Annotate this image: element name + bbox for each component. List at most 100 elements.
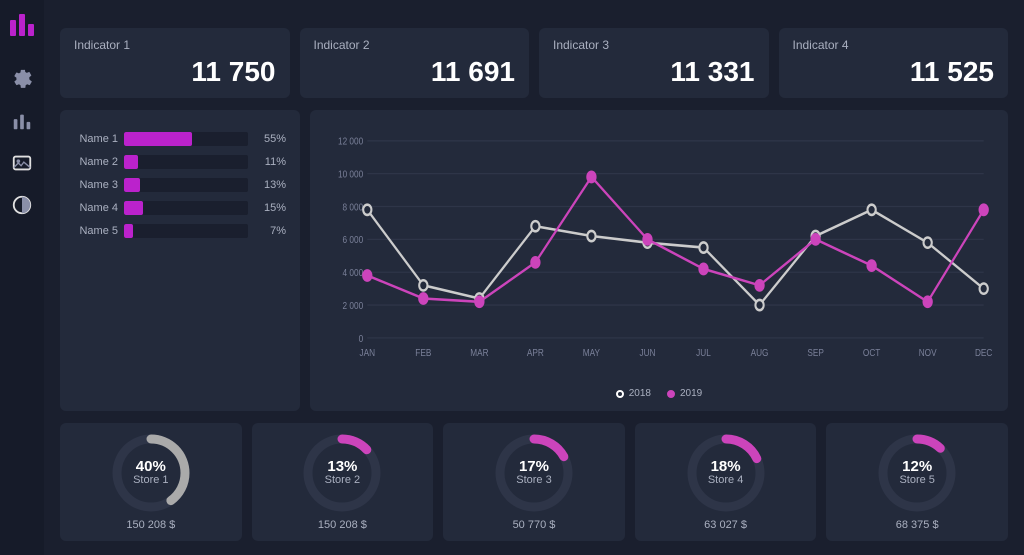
legend-dot-2018 <box>616 390 624 398</box>
logo-icon <box>8 10 36 38</box>
donut-wrapper-5: 12% Store 5 <box>877 433 957 513</box>
photo-icon[interactable] <box>11 152 33 174</box>
svg-text:12 000: 12 000 <box>338 136 363 147</box>
sidebar <box>0 0 44 555</box>
indicator-label-3: Indicator 3 <box>553 38 755 52</box>
bar-label-2: Name 2 <box>74 156 118 168</box>
donut-amount-2: 150 208 $ <box>318 519 367 531</box>
bar-item-4: Name 4 15% <box>74 201 286 215</box>
svg-text:0: 0 <box>359 333 364 344</box>
bar-fill-3 <box>124 178 140 192</box>
bar-track-4 <box>124 201 248 215</box>
svg-text:4 000: 4 000 <box>343 267 364 278</box>
bar-pct-3: 13% <box>254 179 286 191</box>
donut-amount-5: 68 375 $ <box>896 519 939 531</box>
donut-pct-2: 13% <box>325 459 360 474</box>
bar-pct-5: 7% <box>254 225 286 237</box>
svg-text:SEP: SEP <box>807 347 823 358</box>
donut-wrapper-4: 18% Store 4 <box>686 433 766 513</box>
donut-wrapper-2: 13% Store 2 <box>302 433 382 513</box>
middle-row: Name 1 55% Name 2 11% Name 3 13% Name 4 … <box>60 110 1008 411</box>
gear-icon[interactable] <box>11 68 33 90</box>
indicators-row: Indicator 1 11 750 Indicator 2 11 691 In… <box>60 28 1008 98</box>
indicator-label-2: Indicator 2 <box>314 38 516 52</box>
top5-panel: Name 1 55% Name 2 11% Name 3 13% Name 4 … <box>60 110 300 411</box>
store-card-5: 12% Store 5 68 375 $ <box>826 423 1008 541</box>
chart-panel: 02 0004 0006 0008 00010 00012 000JANFEBM… <box>310 110 1008 411</box>
donut-pct-3: 17% <box>516 459 551 474</box>
indicator-label-1: Indicator 1 <box>74 38 276 52</box>
donut-name-5: Store 5 <box>899 474 934 487</box>
donut-name-1: Store 1 <box>133 474 168 487</box>
svg-text:MAR: MAR <box>470 347 489 358</box>
legend-label-2018: 2018 <box>629 388 651 399</box>
legend-dot-2019 <box>667 390 675 398</box>
svg-text:6 000: 6 000 <box>343 234 364 245</box>
legend-label-2019: 2019 <box>680 388 702 399</box>
indicator-card-3: Indicator 3 11 331 <box>539 28 769 98</box>
main-content: Indicator 1 11 750 Indicator 2 11 691 In… <box>44 0 1024 555</box>
chart-bar-icon[interactable] <box>11 110 33 132</box>
store-card-4: 18% Store 4 63 027 $ <box>635 423 817 541</box>
svg-text:FEB: FEB <box>415 347 431 358</box>
donut-amount-1: 150 208 $ <box>126 519 175 531</box>
donut-center-2: 13% Store 2 <box>325 459 360 487</box>
donut-center-3: 17% Store 3 <box>516 459 551 487</box>
donut-name-4: Store 4 <box>708 474 743 487</box>
bar-item-3: Name 3 13% <box>74 178 286 192</box>
indicator-value-2: 11 691 <box>314 56 516 88</box>
svg-text:8 000: 8 000 <box>343 202 364 213</box>
svg-text:JUL: JUL <box>696 347 711 358</box>
line-chart: 02 0004 0006 0008 00010 00012 000JANFEBM… <box>324 128 994 384</box>
bar-track-2 <box>124 155 248 169</box>
bar-fill-5 <box>124 224 133 238</box>
donut-amount-4: 63 027 $ <box>704 519 747 531</box>
store-card-2: 13% Store 2 150 208 $ <box>252 423 434 541</box>
bar-items-container: Name 1 55% Name 2 11% Name 3 13% Name 4 … <box>74 132 286 247</box>
indicator-value-4: 11 525 <box>793 56 995 88</box>
store-card-1: 40% Store 1 150 208 $ <box>60 423 242 541</box>
bar-item-5: Name 5 7% <box>74 224 286 238</box>
bar-fill-1 <box>124 132 192 146</box>
bottom-row: 40% Store 1 150 208 $ 13% Store 2 150 20… <box>60 423 1008 541</box>
svg-text:DEC: DEC <box>975 347 993 358</box>
indicator-value-1: 11 750 <box>74 56 276 88</box>
legend-2018: 2018 <box>616 388 651 399</box>
donut-center-4: 18% Store 4 <box>708 459 743 487</box>
svg-text:JAN: JAN <box>360 347 376 358</box>
bar-pct-1: 55% <box>254 133 286 145</box>
donut-center-5: 12% Store 5 <box>899 459 934 487</box>
bar-label-1: Name 1 <box>74 133 118 145</box>
svg-text:2 000: 2 000 <box>343 300 364 311</box>
svg-text:MAY: MAY <box>583 347 600 358</box>
donut-name-3: Store 3 <box>516 474 551 487</box>
donut-pct-1: 40% <box>133 459 168 474</box>
bar-label-5: Name 5 <box>74 225 118 237</box>
svg-text:AUG: AUG <box>751 347 769 358</box>
legend-2019: 2019 <box>667 388 702 399</box>
bar-item-2: Name 2 11% <box>74 155 286 169</box>
indicator-label-4: Indicator 4 <box>793 38 995 52</box>
donut-wrapper-1: 40% Store 1 <box>111 433 191 513</box>
bar-item-1: Name 1 55% <box>74 132 286 146</box>
svg-text:OCT: OCT <box>863 347 881 358</box>
donut-name-2: Store 2 <box>325 474 360 487</box>
donut-pct-4: 18% <box>708 459 743 474</box>
indicator-value-3: 11 331 <box>553 56 755 88</box>
bar-pct-4: 15% <box>254 202 286 214</box>
donut-pct-5: 12% <box>899 459 934 474</box>
chart-area: 02 0004 0006 0008 00010 00012 000JANFEBM… <box>324 128 994 384</box>
bar-label-4: Name 4 <box>74 202 118 214</box>
svg-text:JUN: JUN <box>639 347 655 358</box>
bar-track-1 <box>124 132 248 146</box>
bar-fill-2 <box>124 155 138 169</box>
indicator-card-2: Indicator 2 11 691 <box>300 28 530 98</box>
bar-track-3 <box>124 178 248 192</box>
contrast-icon[interactable] <box>11 194 33 216</box>
donut-center-1: 40% Store 1 <box>133 459 168 487</box>
chart-legend: 2018 2019 <box>324 388 994 399</box>
indicator-card-4: Indicator 4 11 525 <box>779 28 1009 98</box>
bar-pct-2: 11% <box>254 156 286 168</box>
donut-amount-3: 50 770 $ <box>513 519 556 531</box>
bar-fill-4 <box>124 201 143 215</box>
